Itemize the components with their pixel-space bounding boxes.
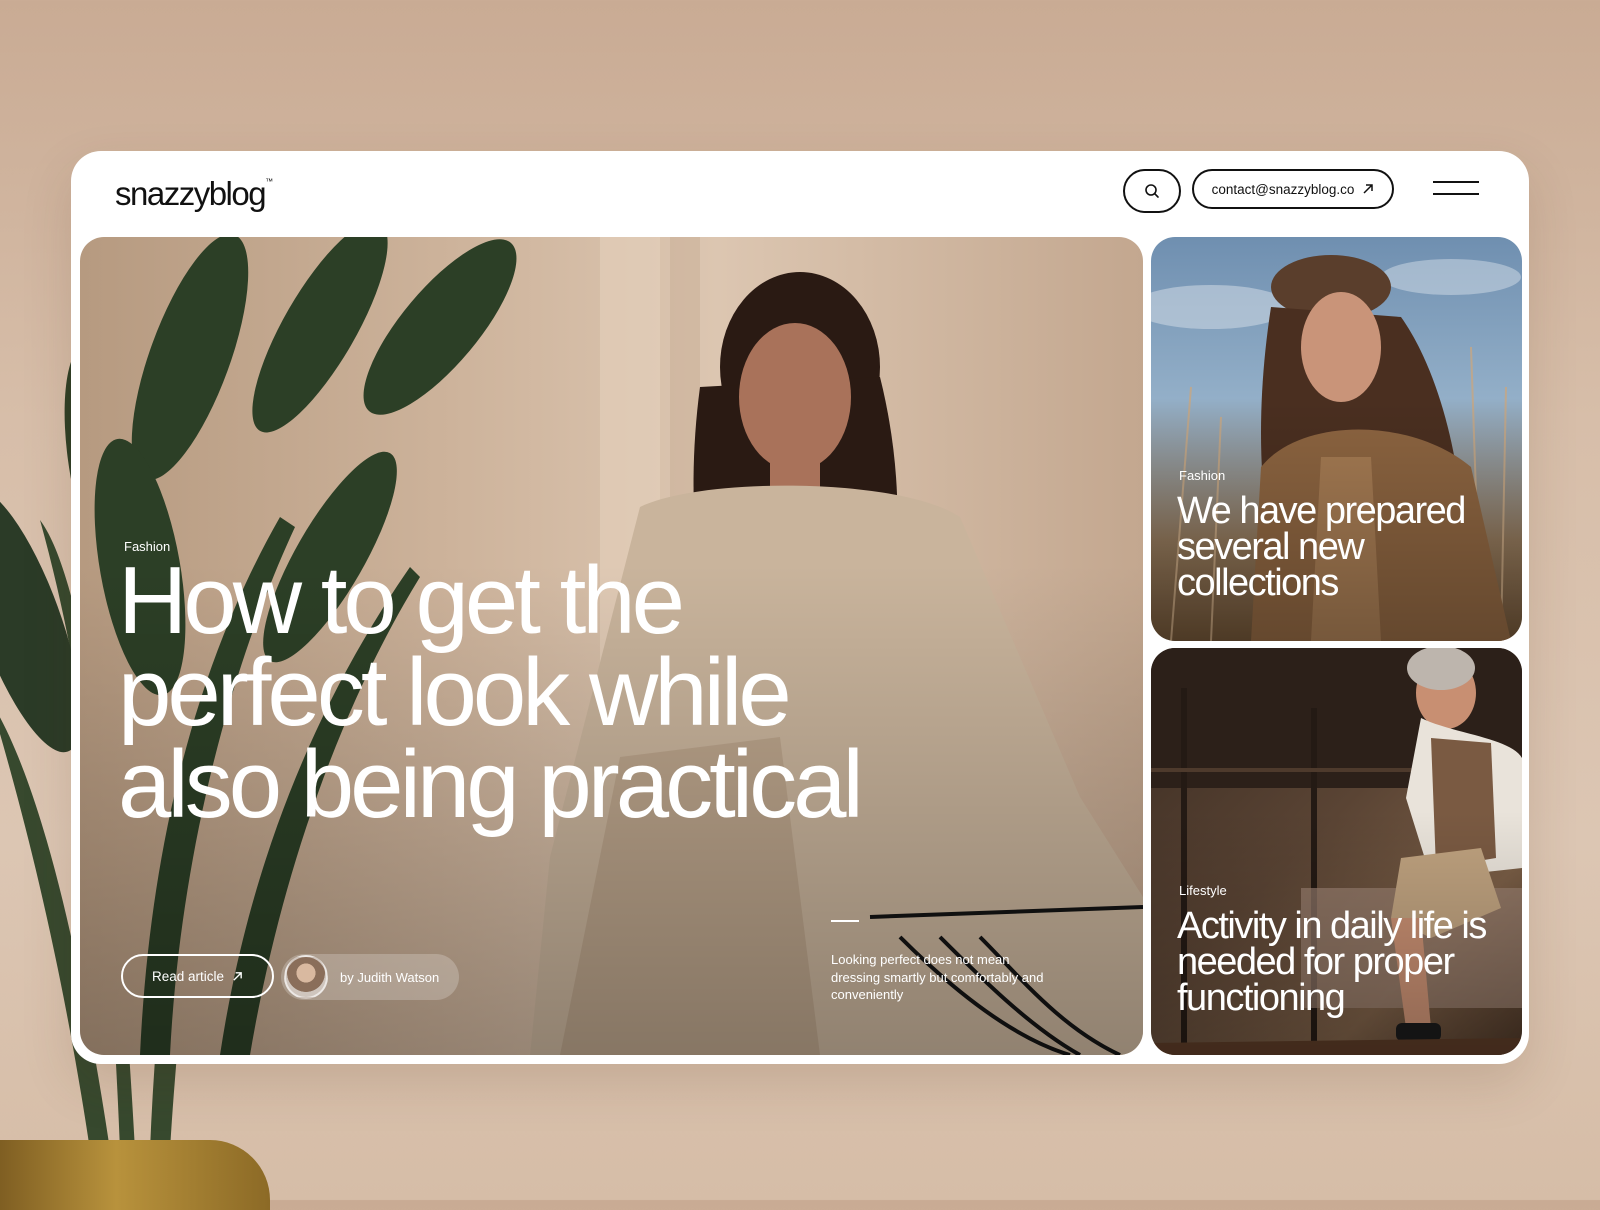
arrow-up-right-icon — [233, 971, 242, 981]
card-category[interactable]: Fashion — [1179, 468, 1225, 483]
hamburger-menu-icon[interactable] — [1433, 175, 1481, 203]
article-card-collections[interactable]: Fashion We have prepared several new col… — [1151, 237, 1522, 641]
card-category[interactable]: Lifestyle — [1179, 883, 1227, 898]
hero-description: Looking perfect does not mean dressing s… — [831, 952, 1044, 1002]
arrow-up-right-icon — [1363, 184, 1374, 194]
search-button[interactable] — [1123, 169, 1181, 213]
hero-title[interactable]: How to get the perfect look while also b… — [118, 553, 898, 833]
article-card-activity[interactable]: Lifestyle Activity in daily life is need… — [1151, 648, 1522, 1055]
author-chip[interactable]: by Judith Watson — [281, 954, 459, 1000]
card-title[interactable]: Activity in daily life is needed for pro… — [1177, 907, 1517, 1017]
browser-panel: snazzyblog™ contact@snazzyblog.co Fashio… — [71, 151, 1529, 1064]
divider — [831, 920, 859, 922]
card-title[interactable]: We have prepared several new collections — [1177, 492, 1517, 602]
brand-logo[interactable]: snazzyblog™ — [115, 175, 273, 213]
contact-email-label: contact@snazzyblog.co — [1211, 181, 1355, 197]
hero-article[interactable]: Fashion How to get the perfect look whil… — [80, 237, 1143, 1055]
read-article-label: Read article — [151, 968, 225, 984]
read-article-button[interactable]: Read article — [121, 954, 274, 998]
search-icon — [1145, 184, 1159, 198]
avatar — [284, 955, 328, 999]
contact-email-button[interactable]: contact@snazzyblog.co — [1192, 169, 1394, 209]
author-name: by Judith Watson — [340, 969, 440, 985]
